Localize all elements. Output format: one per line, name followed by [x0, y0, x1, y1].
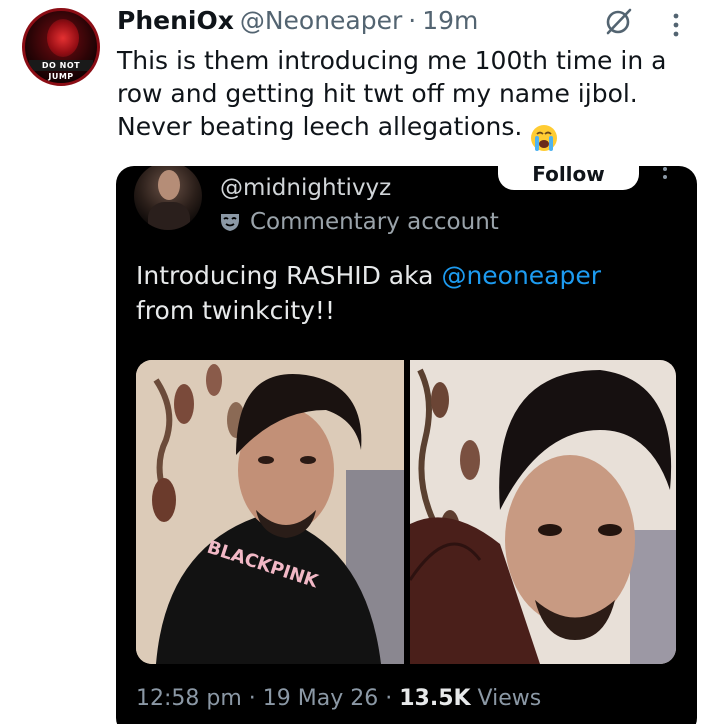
author-display-name[interactable]: PheniOx — [117, 6, 234, 35]
quoted-text-intro: Introducing RASHID aka — [136, 261, 442, 290]
quoted-author-avatar[interactable] — [134, 166, 202, 230]
follow-button[interactable]: Follow — [498, 166, 639, 190]
quoted-tweet[interactable]: @midnightivyz Commentary account Follow … — [116, 166, 697, 724]
account-label-row: Commentary account — [218, 209, 499, 235]
quoted-tweet-timestamp[interactable]: 12:58 pm · 19 May 26 · — [136, 686, 399, 711]
photo-blackpink-shirt[interactable]: BLACKPINK — [136, 360, 404, 664]
photo-left-illustration: BLACKPINK — [136, 360, 404, 664]
tweet-text: This is them introducing me 100th time i… — [117, 46, 667, 141]
commentary-account-label: Commentary account — [250, 209, 499, 235]
views-count: 13.5K — [399, 686, 471, 711]
header-separator: · — [408, 6, 417, 35]
quoted-author-handle[interactable]: @midnightivyz — [220, 175, 391, 201]
avatar-banner-text: DO NOT JUMP — [29, 60, 93, 81]
quoted-tweet-timestamp-row: 12:58 pm · 19 May 26 · 13.5K Views — [136, 686, 541, 711]
mention-link[interactable]: @neoneaper — [441, 261, 601, 290]
avatar-figure-body — [148, 202, 190, 230]
loudly-crying-face-icon — [531, 125, 557, 151]
photo-right-illustration — [410, 360, 676, 664]
photo-maroon-shirt[interactable] — [410, 360, 676, 664]
grok-icon[interactable] — [604, 6, 634, 36]
quoted-more-options-icon[interactable] — [661, 166, 669, 186]
author-handle[interactable]: @Neoneaper — [240, 6, 402, 35]
tweet-header: PheniOx @Neoneaper · 19m — [117, 6, 478, 38]
theater-mask-icon — [221, 214, 239, 231]
author-avatar[interactable]: DO NOT JUMP — [22, 8, 100, 86]
quoted-text-outro: from twinkcity!! — [136, 296, 335, 325]
quoted-tweet-text: Introducing RASHID aka @neoneaper from t… — [136, 258, 676, 328]
avatar-art — [47, 19, 79, 57]
views-label: Views — [470, 686, 542, 711]
tweet-time[interactable]: 19m — [422, 6, 478, 35]
avatar-figure-face — [158, 170, 180, 200]
more-options-icon[interactable] — [671, 12, 681, 38]
